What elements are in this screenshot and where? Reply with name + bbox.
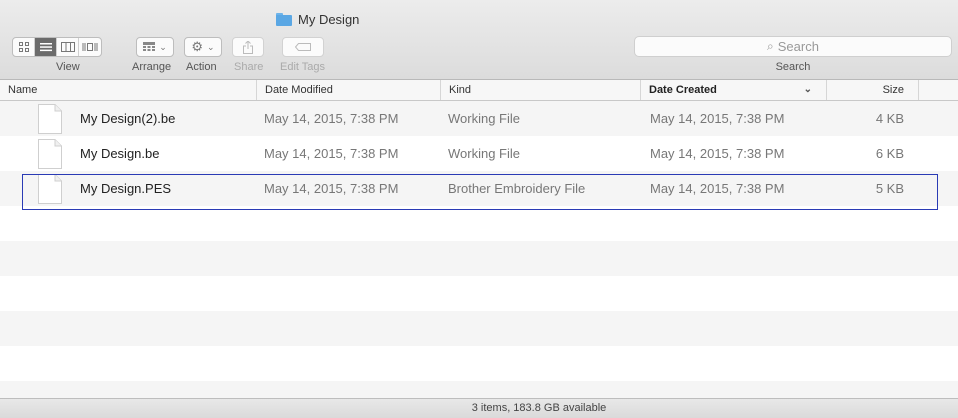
arrange-label: Arrange bbox=[132, 61, 172, 73]
gear-icon: ⚙ bbox=[191, 39, 204, 54]
status-text: 3 items, 183.8 GB available bbox=[471, 402, 607, 414]
file-date-created: May 14, 2015, 7:38 PM bbox=[650, 146, 785, 161]
share-icon bbox=[243, 40, 253, 54]
search-label: Search bbox=[775, 61, 811, 73]
selection-outline bbox=[22, 174, 938, 210]
document-icon bbox=[38, 104, 62, 134]
column-header-kind[interactable]: Kind bbox=[440, 80, 640, 100]
column-header-spacer bbox=[918, 80, 958, 100]
empty-row bbox=[0, 311, 958, 346]
chevron-down-icon: ⌄ bbox=[207, 41, 215, 52]
search-icon: ⌕ bbox=[767, 39, 774, 53]
column-view-icon[interactable] bbox=[57, 38, 79, 56]
empty-row bbox=[0, 346, 958, 381]
file-name: My Design.be bbox=[80, 146, 160, 161]
window-title-text: My Design bbox=[298, 11, 360, 27]
column-header-name-label: Name bbox=[8, 84, 38, 96]
file-kind: Working File bbox=[448, 111, 521, 126]
column-header-date-created[interactable]: Date Created ⌄ bbox=[640, 80, 826, 100]
edit-tags-label: Edit Tags bbox=[280, 61, 326, 73]
cover-flow-icon[interactable] bbox=[79, 38, 101, 56]
column-header-size-label: Size bbox=[882, 84, 904, 96]
tag-icon bbox=[295, 43, 311, 51]
list-view-icon[interactable] bbox=[35, 38, 57, 56]
empty-row bbox=[0, 276, 958, 311]
column-header-name[interactable]: Name bbox=[0, 80, 256, 100]
column-header-date-modified[interactable]: Date Modified bbox=[256, 80, 440, 100]
share-label: Share bbox=[234, 61, 264, 73]
empty-row bbox=[0, 206, 958, 241]
arrange-button[interactable]: ⌄ bbox=[136, 36, 174, 58]
column-header-size[interactable]: Size bbox=[826, 80, 918, 100]
empty-row bbox=[0, 241, 958, 276]
file-date-modified: May 14, 2015, 7:38 PM bbox=[264, 146, 399, 161]
file-row[interactable]: My Design(2).be May 14, 2015, 7:38 PM Wo… bbox=[0, 101, 958, 136]
file-date-created: May 14, 2015, 7:38 PM bbox=[650, 111, 785, 126]
share-button[interactable] bbox=[232, 36, 264, 58]
file-size: 6 KB bbox=[875, 146, 904, 161]
toolbar: My Design View ⌄ Arrange ⚙ ⌄ Action Shar… bbox=[0, 0, 958, 80]
file-name: My Design(2).be bbox=[80, 111, 176, 126]
icon-view-icon[interactable] bbox=[13, 38, 35, 56]
file-size: 4 KB bbox=[875, 111, 904, 126]
action-button[interactable]: ⚙ ⌄ bbox=[184, 36, 222, 58]
search-placeholder: Search bbox=[777, 39, 819, 54]
folder-icon bbox=[276, 12, 292, 26]
column-header-kind-label: Kind bbox=[449, 84, 472, 96]
document-icon bbox=[38, 139, 62, 169]
window-title: My Design bbox=[276, 10, 359, 28]
column-header-date-modified-label: Date Modified bbox=[265, 84, 333, 96]
chevron-down-icon: ⌄ bbox=[159, 41, 167, 52]
action-label: Action bbox=[186, 61, 217, 73]
empty-row bbox=[0, 381, 958, 398]
status-bar: 3 items, 183.8 GB available bbox=[0, 398, 958, 418]
view-switcher bbox=[12, 36, 102, 58]
arrange-grid-icon bbox=[143, 42, 156, 51]
file-row[interactable]: My Design.be May 14, 2015, 7:38 PM Worki… bbox=[0, 136, 958, 171]
chevron-down-icon: ⌄ bbox=[803, 84, 812, 95]
file-kind: Working File bbox=[448, 146, 521, 161]
search-input[interactable]: ⌕ Search bbox=[634, 36, 952, 57]
file-list: My Design(2).be May 14, 2015, 7:38 PM Wo… bbox=[0, 101, 958, 398]
column-header-row: Name Date Modified Kind Date Created ⌄ Si… bbox=[0, 80, 958, 101]
view-label: View bbox=[56, 61, 80, 73]
column-header-date-created-label: Date Created bbox=[649, 84, 717, 96]
file-date-modified: May 14, 2015, 7:38 PM bbox=[264, 111, 399, 126]
edit-tags-button[interactable] bbox=[282, 36, 324, 58]
